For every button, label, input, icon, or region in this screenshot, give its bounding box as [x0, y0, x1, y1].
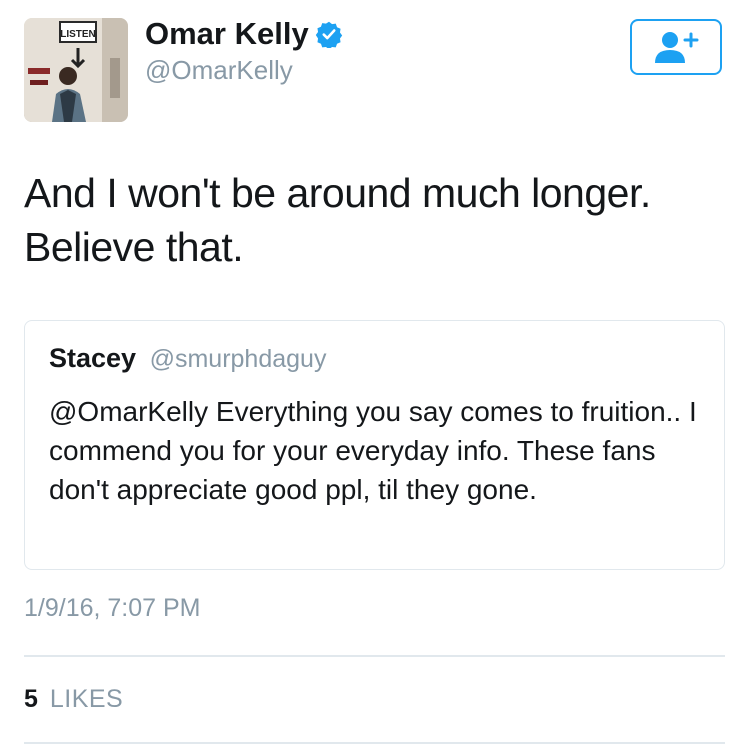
add-user-icon	[655, 32, 699, 63]
quoted-tweet[interactable]: Stacey @smurphdaguy @OmarKelly Everythin…	[24, 320, 725, 570]
author-handle[interactable]: @OmarKelly	[145, 55, 293, 86]
author-display-name[interactable]: Omar Kelly	[145, 16, 309, 52]
quoted-tweet-header: Stacey @smurphdaguy	[49, 343, 700, 374]
likes-label: LIKES	[49, 685, 124, 713]
quoted-tweet-text: @OmarKelly Everything you say comes to f…	[49, 396, 697, 505]
quoted-tweet-author-name: Stacey	[49, 343, 137, 373]
quoted-tweet-author-handle: @smurphdaguy	[149, 345, 327, 373]
avatar-image: LISTEN	[24, 18, 128, 122]
likes-stat[interactable]: 5 LIKES	[24, 685, 123, 714]
avatar-sign-text: LISTEN	[60, 29, 96, 40]
divider	[24, 655, 725, 657]
likes-count: 5	[24, 685, 39, 713]
tweet-timestamp[interactable]: 1/9/16, 7:07 PM	[24, 594, 201, 623]
tweet-text: And I won't be around much longer. Belie…	[24, 170, 651, 270]
verified-badge-icon	[315, 20, 343, 50]
avatar[interactable]: LISTEN	[24, 18, 128, 122]
follow-button[interactable]	[630, 19, 722, 75]
divider	[24, 742, 725, 744]
author-display-name-row: Omar Kelly	[145, 16, 343, 52]
